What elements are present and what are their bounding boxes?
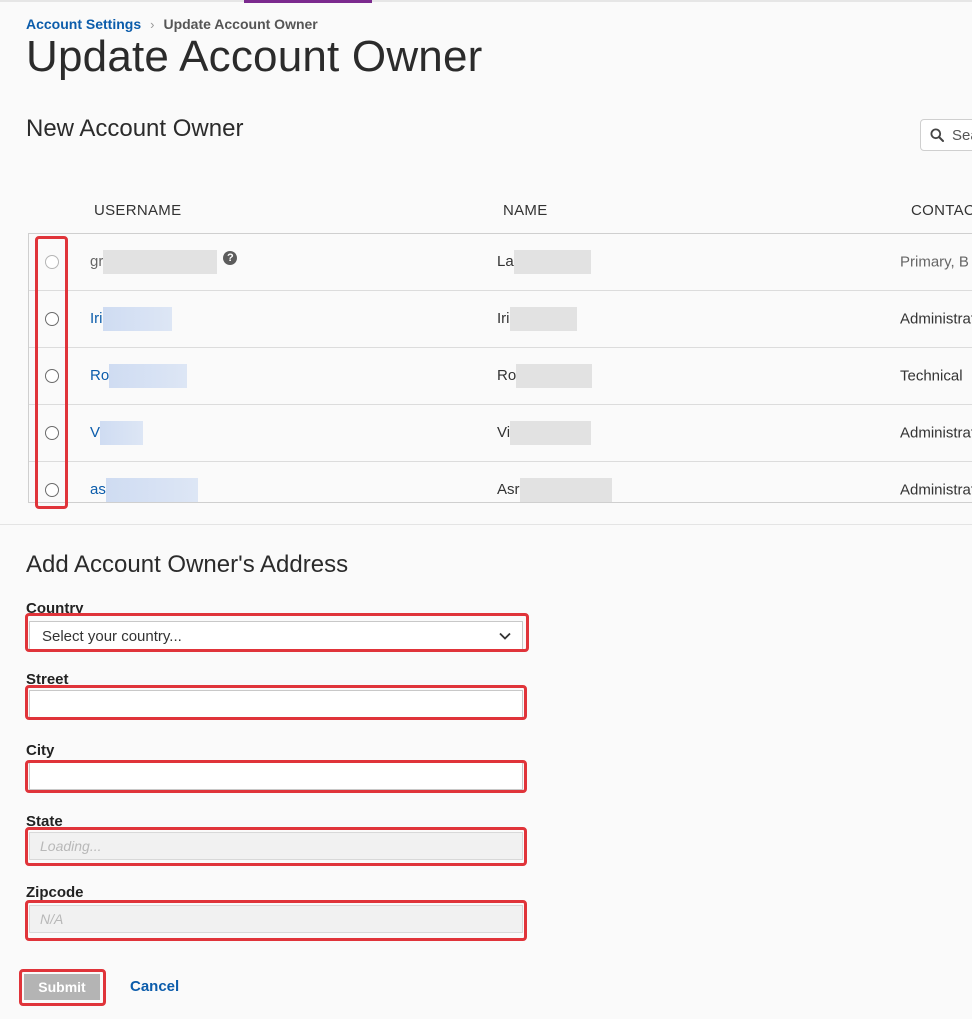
name-cell: La <box>497 250 591 274</box>
name-text: La <box>497 252 514 270</box>
city-field[interactable] <box>29 762 523 790</box>
column-header-name[interactable]: NAME <box>503 202 548 219</box>
redacted-block <box>100 421 144 445</box>
username-cell: gr? <box>90 250 238 274</box>
username-text: Ro <box>90 366 110 384</box>
username-text: as <box>90 480 106 498</box>
street-input[interactable] <box>30 691 522 717</box>
table-row: V Vi Administrative <box>29 405 972 462</box>
username-link[interactable]: V <box>90 421 144 445</box>
user-search-box[interactable] <box>920 119 972 151</box>
zipcode-label: Zipcode <box>26 884 84 901</box>
column-header-username[interactable]: USERNAME <box>94 202 181 219</box>
username-text: gr <box>90 252 104 270</box>
redacted-block <box>516 364 593 388</box>
state-label: State <box>26 813 63 830</box>
redacted-block <box>510 421 592 445</box>
name-text: Ro <box>497 366 517 384</box>
country-select[interactable]: Select your country... <box>29 621 523 651</box>
redacted-block <box>509 307 577 331</box>
name-cell: Asr <box>497 478 612 502</box>
users-table: gr? La Primary, B Iri Iri Administrative… <box>28 233 972 503</box>
search-input[interactable] <box>950 125 972 145</box>
redacted-block <box>102 307 172 331</box>
table-row: Iri Iri Administrative <box>29 291 972 348</box>
breadcrumb-account-settings-link[interactable]: Account Settings <box>26 16 141 32</box>
country-select-value: Select your country... <box>42 627 182 645</box>
city-input[interactable] <box>30 763 522 789</box>
username-link[interactable]: Iri <box>90 307 172 331</box>
name-cell: Iri <box>497 307 577 331</box>
breadcrumb: Account Settings › Update Account Owner <box>26 16 318 32</box>
contact-cell: Administrative <box>900 424 972 442</box>
zipcode-field <box>29 905 523 933</box>
table-row: as Asr Administrative <box>29 462 972 502</box>
cancel-link[interactable]: Cancel <box>130 978 179 995</box>
state-input <box>30 833 522 859</box>
top-border <box>0 0 972 2</box>
username-text: Iri <box>90 309 103 327</box>
street-label: Street <box>26 671 69 688</box>
country-label: Country <box>26 600 84 617</box>
contact-cell: Administrative <box>900 310 972 328</box>
section-divider <box>0 524 972 525</box>
breadcrumb-current: Update Account Owner <box>163 16 318 32</box>
chevron-down-icon <box>499 632 511 640</box>
username-link[interactable]: as <box>90 478 198 502</box>
help-icon[interactable]: ? <box>223 251 238 265</box>
name-text: Iri <box>497 309 510 327</box>
redacted-block <box>519 478 612 502</box>
table-row: gr? La Primary, B <box>29 234 972 291</box>
city-label: City <box>26 742 55 759</box>
submit-button[interactable]: Submit <box>24 974 100 1000</box>
address-section-title: Add Account Owner's Address <box>26 551 349 578</box>
redacted-block <box>105 478 198 502</box>
contact-cell: Primary, B <box>900 253 969 271</box>
search-icon <box>930 128 944 142</box>
row-select-radio[interactable] <box>45 483 59 497</box>
state-field <box>29 832 523 860</box>
redacted-block <box>103 250 218 274</box>
street-field[interactable] <box>29 690 523 718</box>
row-select-radio[interactable] <box>45 312 59 326</box>
name-cell: Vi <box>497 421 592 445</box>
username-link[interactable]: Ro <box>90 364 188 388</box>
column-header-contact[interactable]: CONTACT <box>911 202 972 219</box>
redacted-block <box>513 250 591 274</box>
zipcode-input <box>30 906 522 932</box>
active-nav-indicator <box>244 0 372 3</box>
name-text: Asr <box>497 480 520 498</box>
name-cell: Ro <box>497 364 593 388</box>
contact-cell: Administrative <box>900 481 972 499</box>
row-select-radio[interactable] <box>45 369 59 383</box>
page-title: Update Account Owner <box>26 32 483 81</box>
table-row: Ro Ro Technical <box>29 348 972 405</box>
contact-cell: Technical <box>900 367 963 385</box>
row-select-radio[interactable] <box>45 426 59 440</box>
redacted-block <box>109 364 188 388</box>
row-select-radio <box>45 255 59 269</box>
new-owner-section-title: New Account Owner <box>26 115 244 142</box>
name-text: Vi <box>497 423 511 441</box>
username-text: V <box>90 423 101 441</box>
breadcrumb-separator-icon: › <box>150 16 155 32</box>
